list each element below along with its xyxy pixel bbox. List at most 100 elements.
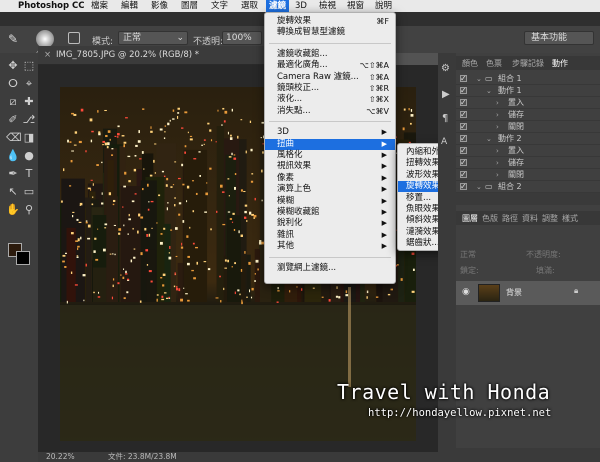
- action-row[interactable]: ✓ ⌄ 動作 1: [456, 85, 600, 97]
- action-row[interactable]: ✓ › 儲存: [456, 109, 600, 121]
- gradient-tool-icon[interactable]: ●: [22, 149, 36, 163]
- brush-tool-icon[interactable]: ✎: [8, 32, 22, 46]
- action-row[interactable]: ✓ ⌄ ▭ 組合 2: [456, 181, 600, 193]
- layers-tab-3[interactable]: 資料: [522, 213, 538, 224]
- play-icon[interactable]: ▶: [442, 89, 450, 100]
- type-tool-icon[interactable]: ↖: [6, 185, 20, 199]
- opacity-field[interactable]: 100%: [222, 31, 262, 45]
- app-menu[interactable]: Photoshop CC: [18, 0, 85, 12]
- action-row[interactable]: ✓ › 關閉: [456, 169, 600, 181]
- mode-select[interactable]: 正常 ⌄: [118, 31, 188, 45]
- workspace-select[interactable]: 基本功能: [524, 31, 594, 45]
- filter-menu-item-17[interactable]: 雜訊 ▶: [265, 230, 395, 241]
- pen-tool-icon[interactable]: T: [22, 167, 36, 181]
- menu-9[interactable]: 視窗: [344, 0, 367, 12]
- filter-menu-item-19[interactable]: 瀏覽網上濾鏡...: [265, 263, 395, 274]
- layers-tab-0[interactable]: 圖層: [462, 213, 478, 224]
- layers-tab-4[interactable]: 調整: [542, 213, 558, 224]
- menu-5[interactable]: 選取: [238, 0, 261, 12]
- filter-menu-item-9[interactable]: 扭曲 ▶: [265, 138, 395, 150]
- marquee-tool-icon[interactable]: ⬚: [22, 59, 36, 73]
- city-light: [172, 184, 175, 186]
- filter-menu-item-13[interactable]: 演算上色 ▶: [265, 184, 395, 195]
- eraser-tool-icon[interactable]: 💧: [6, 149, 20, 163]
- healing-tool-icon[interactable]: ✐: [6, 113, 20, 127]
- filter-menu-item-4[interactable]: Camera Raw 濾鏡... ⇧⌘A: [265, 72, 395, 83]
- menu-10[interactable]: 說明: [372, 0, 395, 12]
- path-select-tool-icon[interactable]: ▭: [22, 185, 36, 199]
- chevron-icon[interactable]: ⌄: [486, 133, 492, 145]
- menu-2[interactable]: 影像: [148, 0, 171, 12]
- chevron-icon[interactable]: ›: [496, 169, 499, 181]
- layers-tab-2[interactable]: 路徑: [502, 213, 518, 224]
- lasso-tool-icon[interactable]: ⵔ: [6, 77, 20, 91]
- layers-tab-5[interactable]: 樣式: [562, 213, 578, 224]
- actions-tab-1[interactable]: 色票: [486, 58, 502, 69]
- brush-panel-icon[interactable]: [68, 32, 80, 44]
- chevron-icon[interactable]: ›: [496, 121, 499, 133]
- menu-6[interactable]: 濾鏡: [266, 0, 290, 12]
- eyedropper-tool-icon[interactable]: ✚: [22, 95, 36, 109]
- menu-3[interactable]: 圖層: [178, 0, 201, 12]
- filter-menu-item-7[interactable]: 消失點... ⌥⌘V: [265, 106, 395, 117]
- chevron-icon[interactable]: ›: [496, 157, 499, 169]
- chevron-icon[interactable]: ⌄: [476, 181, 482, 193]
- filter-menu-item-2[interactable]: 濾鏡收藏館...: [265, 49, 395, 60]
- menu-8[interactable]: 檢視: [316, 0, 339, 12]
- filter-menu-item-5[interactable]: 鏡頭校正... ⇧⌘R: [265, 83, 395, 94]
- move-tool-icon[interactable]: ✥: [6, 59, 20, 73]
- filter-menu-item-15[interactable]: 模糊收藏館 ▶: [265, 207, 395, 218]
- filter-menu-item-16[interactable]: 銳利化 ▶: [265, 218, 395, 229]
- filter-menu-item-6[interactable]: 液化... ⇧⌘X: [265, 94, 395, 105]
- filter-menu-item-0[interactable]: 旋轉效果 ⌘F: [265, 16, 395, 27]
- actions-tab-0[interactable]: 顏色: [462, 58, 478, 69]
- action-row[interactable]: ✓ ⌄ ▭ 組合 1: [456, 73, 600, 85]
- menu-4[interactable]: 文字: [208, 0, 231, 12]
- city-light: [254, 197, 256, 201]
- filter-menu-item-8[interactable]: 3D ▶: [265, 127, 395, 138]
- city-light: [89, 118, 93, 122]
- chevron-icon[interactable]: ›: [496, 97, 499, 109]
- shape-tool-icon[interactable]: ✋: [6, 203, 20, 217]
- actions-tab-2[interactable]: 步驟記錄: [512, 58, 544, 69]
- background-color-swatch[interactable]: [16, 251, 30, 265]
- document-tab[interactable]: × IMG_7805.JPG @ 20.2% (RGB/8) *: [38, 46, 300, 65]
- action-row[interactable]: ✓ › 置入: [456, 97, 600, 109]
- close-icon[interactable]: ×: [44, 46, 51, 65]
- paragraph-icon[interactable]: ¶: [442, 113, 448, 124]
- stamp-tool-icon[interactable]: ⌫: [6, 131, 22, 145]
- filter-menu-item-11[interactable]: 視訊效果 ▶: [265, 161, 395, 172]
- chevron-icon[interactable]: ⌄: [486, 85, 492, 97]
- layer-row[interactable]: ◉ 背景 🔒︎: [456, 281, 600, 305]
- filter-menu-item-1[interactable]: 轉換成智慧型濾鏡: [265, 27, 395, 38]
- menu-1[interactable]: 編輯: [118, 0, 141, 12]
- actions-tab-3[interactable]: 動作: [552, 58, 568, 69]
- brush-tool-icon[interactable]: ⎇: [22, 113, 36, 127]
- filter-menu-item-18[interactable]: 其他 ▶: [265, 241, 395, 252]
- history-icon[interactable]: ⚙: [441, 63, 450, 74]
- chevron-icon[interactable]: ›: [496, 109, 499, 121]
- crop-tool-icon[interactable]: ⧄: [6, 95, 20, 109]
- city-light: [78, 140, 82, 144]
- filter-menu-item-10[interactable]: 風格化 ▶: [265, 150, 395, 161]
- filter-menu-item-12[interactable]: 像素 ▶: [265, 173, 395, 184]
- menu-7[interactable]: 3D: [292, 0, 310, 12]
- eye-icon[interactable]: ◉: [462, 287, 470, 297]
- layers-tab-1[interactable]: 色版: [482, 213, 498, 224]
- filter-menu-item-14[interactable]: 模糊 ▶: [265, 196, 395, 207]
- menu-0[interactable]: 檔案: [88, 0, 111, 12]
- action-row[interactable]: ✓ › 置入: [456, 145, 600, 157]
- filter-menu-item-3[interactable]: 最適化廣角... ⌥⇧⌘A: [265, 60, 395, 71]
- hand-tool-icon[interactable]: ⚲: [22, 203, 36, 217]
- chevron-icon[interactable]: ›: [496, 145, 499, 157]
- zoom-level[interactable]: 20.22%: [46, 452, 75, 462]
- blend-mode-select[interactable]: 正常: [460, 249, 510, 261]
- chevron-icon[interactable]: ⌄: [476, 73, 482, 85]
- action-row[interactable]: ✓ › 儲存: [456, 157, 600, 169]
- dodge-tool-icon[interactable]: ✒: [6, 167, 20, 181]
- action-row[interactable]: ✓ ⌄ 動作 2: [456, 133, 600, 145]
- character-icon[interactable]: A: [441, 137, 447, 147]
- quick-select-tool-icon[interactable]: ⌖: [22, 77, 36, 91]
- history-brush-tool-icon[interactable]: ◨: [22, 131, 36, 145]
- action-row[interactable]: ✓ › 關閉: [456, 121, 600, 133]
